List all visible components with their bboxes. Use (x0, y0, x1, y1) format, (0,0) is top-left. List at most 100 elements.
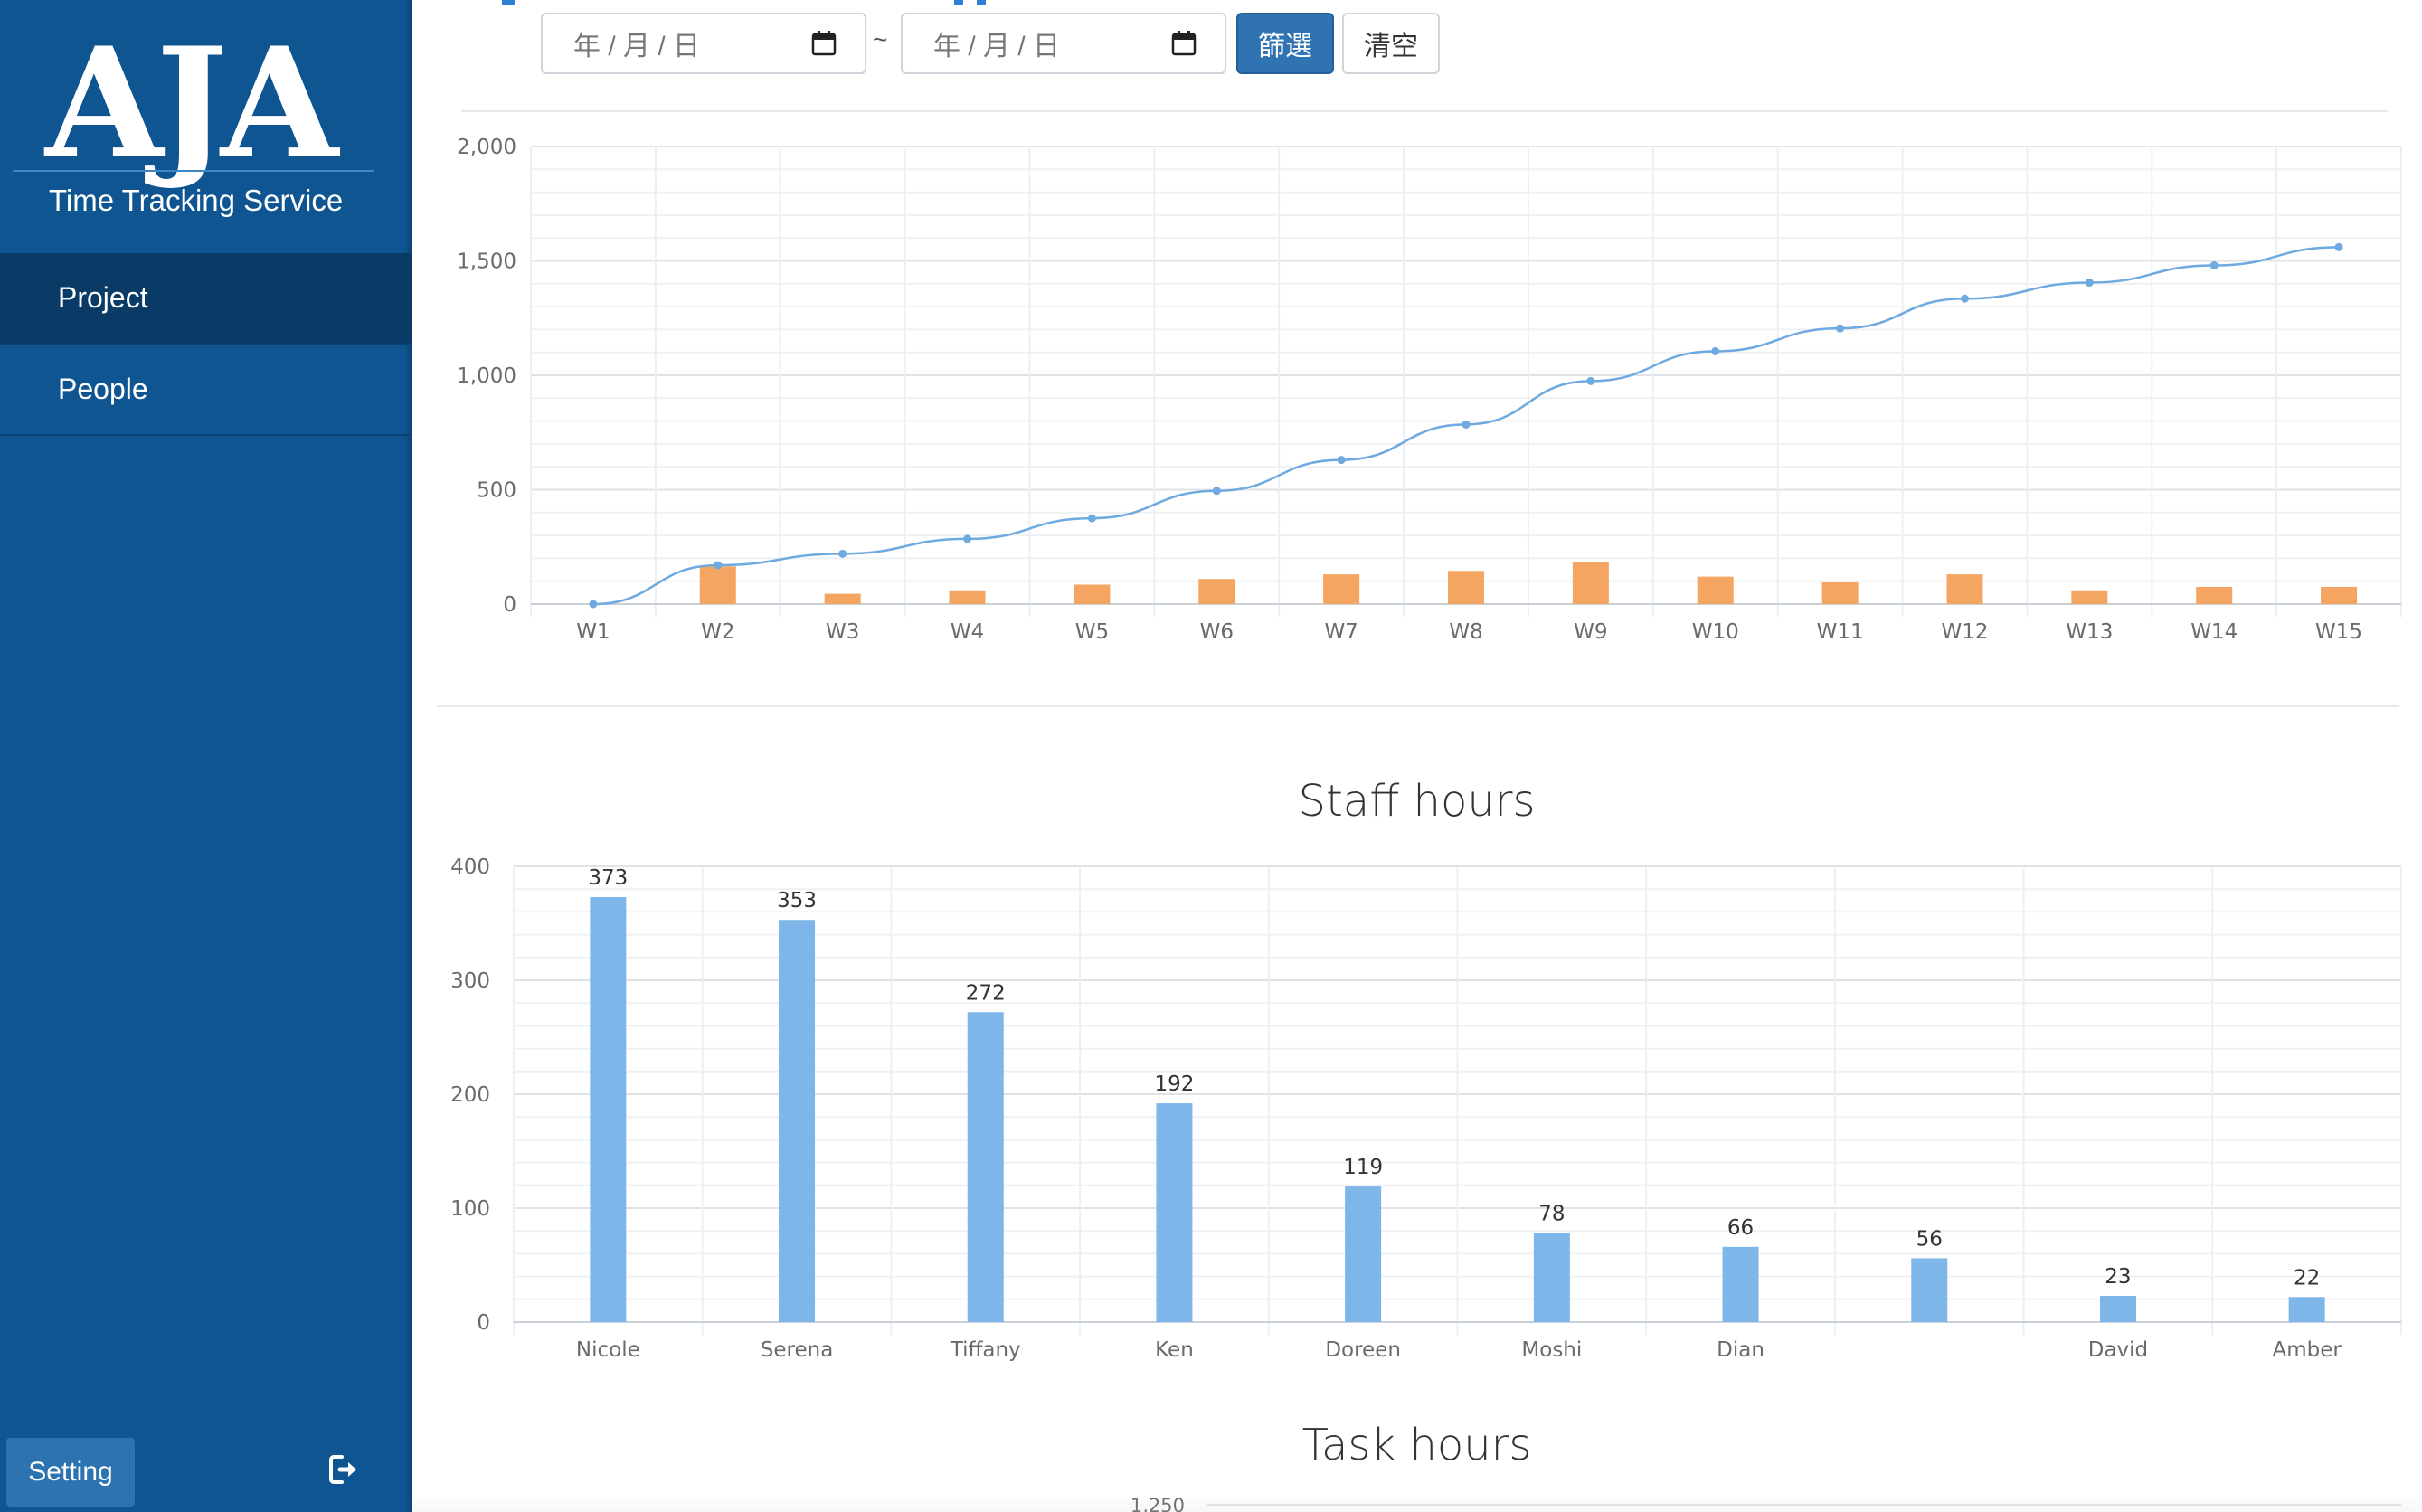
weekly-bar (1946, 574, 1983, 604)
x-tick-label: W9 (1574, 620, 1607, 644)
staff-hours-title: Staff hours (1298, 776, 1536, 827)
main-content: 年 / 月 / 日 ~ 年 / 月 / 日 篩選 清空 0 500 1,000 1,5… (412, 0, 2422, 1512)
logo-divider (13, 170, 374, 172)
x-tick-label: David (2088, 1338, 2148, 1362)
x-tick-label: Dian (1717, 1338, 1764, 1362)
weekly-bar (699, 566, 736, 604)
bar-value-label: 56 (1916, 1227, 1943, 1251)
divider (437, 705, 2399, 707)
bar-value-label: 66 (1727, 1216, 1754, 1240)
staff-bar (590, 897, 627, 1322)
bar-value-label: 22 (2294, 1266, 2320, 1290)
x-tick-label: W1 (576, 620, 610, 644)
x-tick-label: Doreen (1325, 1338, 1401, 1362)
weekly-bar (1821, 581, 1859, 604)
line-point (589, 600, 598, 609)
weekly-hours-chart: 0 500 1,000 1,500 2,000 W1 W2 W3 W4 W5 W6 W7 W8 W9 W10… (457, 136, 2402, 644)
weekly-bar (1448, 571, 1484, 604)
x-tick-label: W3 (826, 620, 859, 644)
staff-bar (1156, 1103, 1193, 1322)
staff-bar (967, 1012, 1004, 1322)
calendar-icon[interactable] (1170, 30, 1197, 57)
line-point (963, 534, 972, 543)
x-tick-label: Ken (1155, 1338, 1194, 1362)
sidebar-item-label: People (58, 373, 148, 405)
x-tick-label: Tiffany (950, 1338, 1021, 1362)
date-range-separator: ~ (873, 25, 888, 53)
app-logo: AJA (45, 14, 338, 193)
logout-icon[interactable] (326, 1451, 362, 1488)
line-point (1462, 420, 1471, 429)
line-point (1212, 487, 1221, 496)
app-tagline: Time Tracking Service (49, 184, 344, 217)
weekly-bar (2071, 590, 2108, 604)
line-point (714, 561, 723, 570)
line-point (1087, 514, 1096, 523)
sidebar-item-people[interactable]: People (0, 345, 412, 436)
y-tick-label: 2,000 (457, 136, 516, 159)
x-tick-label: Moshi (1521, 1338, 1582, 1362)
calendar-icon[interactable] (810, 30, 837, 57)
x-tick-label: W8 (1449, 620, 1482, 644)
staff-hours-chart: 0 100 200 300 400 373 Nicole 353 Serena 272 Tiffan… (450, 855, 2402, 1362)
clear-button[interactable]: 清空 (1342, 13, 1440, 74)
line-point (1586, 376, 1595, 385)
end-date-placeholder: 年 / 月 / 日 (933, 32, 1061, 61)
line-point (838, 549, 847, 558)
x-tick-label: W2 (701, 620, 734, 644)
y-tick-label: 400 (450, 855, 490, 879)
y-tick-label: 300 (450, 969, 490, 993)
staff-bar (1722, 1246, 1759, 1322)
filter-button[interactable]: 篩選 (1236, 13, 1334, 74)
x-tick-label: W15 (2315, 620, 2362, 644)
divider (461, 110, 2388, 112)
bar-value-label: 353 (777, 889, 817, 912)
y-tick-label: 200 (450, 1083, 490, 1107)
end-date-input[interactable]: 年 / 月 / 日 (901, 13, 1226, 74)
bar-value-label: 192 (1154, 1073, 1194, 1096)
line-point (1337, 456, 1346, 465)
x-tick-label: W13 (2066, 620, 2113, 644)
cut-off-heading-fragment (502, 0, 515, 5)
y-tick-label: 1,000 (457, 364, 516, 388)
x-tick-label: W11 (1817, 620, 1864, 644)
sidebar-item-project[interactable]: Project (0, 253, 412, 345)
y-tick-label: 100 (450, 1197, 490, 1221)
x-tick-label: Nicole (576, 1338, 640, 1362)
scroll-fade (412, 1494, 2422, 1512)
staff-bar (2288, 1297, 2325, 1322)
sidebar-item-label: Project (58, 281, 148, 314)
setting-button[interactable]: Setting (6, 1438, 135, 1507)
bar-value-label: 272 (966, 981, 1006, 1005)
bar-value-label: 78 (1538, 1203, 1565, 1226)
start-date-input[interactable]: 年 / 月 / 日 (541, 13, 866, 74)
weekly-bar (824, 593, 861, 604)
x-tick-label: W7 (1324, 620, 1358, 644)
y-tick-label: 0 (477, 1311, 490, 1335)
staff-bar (1345, 1186, 1382, 1322)
sidebar: AJA Time Tracking Service Project People… (0, 0, 412, 1512)
x-tick-label: W6 (1200, 620, 1234, 644)
x-tick-label: W12 (1941, 620, 1988, 644)
line-point (1960, 294, 1969, 303)
bar-value-label: 23 (2105, 1265, 2131, 1289)
line-point (1711, 346, 1720, 355)
y-tick-label: 500 (477, 479, 516, 503)
weekly-bar (949, 590, 986, 604)
weekly-bar (1572, 562, 1609, 604)
bar-value-label: 373 (588, 866, 628, 890)
start-date-placeholder: 年 / 月 / 日 (573, 32, 701, 61)
x-tick-label: Amber (2272, 1338, 2342, 1362)
y-tick-label: 0 (503, 593, 516, 617)
sidebar-edge (404, 0, 412, 1512)
x-tick-label: Serena (761, 1338, 834, 1362)
staff-bar (2099, 1296, 2136, 1322)
y-tick-label: 1,500 (457, 250, 516, 274)
line-point (2085, 279, 2094, 288)
weekly-bar (1074, 584, 1111, 604)
weekly-bar (1697, 576, 1734, 604)
x-tick-label: W10 (1692, 620, 1739, 644)
x-tick-label: W4 (951, 620, 984, 644)
x-tick-label: W5 (1075, 620, 1109, 644)
staff-bar (1533, 1233, 1570, 1322)
